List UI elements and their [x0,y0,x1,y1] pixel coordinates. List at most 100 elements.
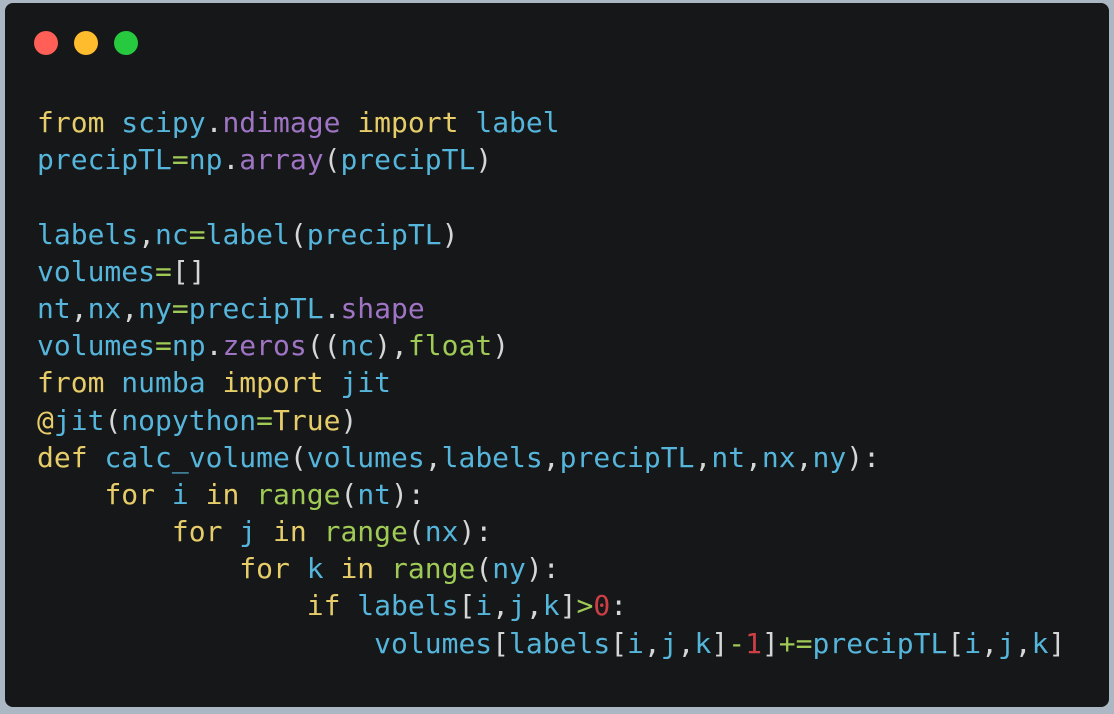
code-token: def [37,440,88,474]
code-token: nt [357,477,392,511]
code-token: 0 [593,589,611,623]
code-token: volumes [374,626,493,660]
code-token: [ [492,626,510,660]
code-token: range [323,515,408,549]
minimize-button[interactable] [74,31,98,55]
code-token: , [525,589,543,623]
code-token: from [37,106,105,139]
code-line: for k in range(ny): [37,550,1065,587]
code-token: k [542,589,560,623]
code-token: i [475,589,493,623]
code-token: ) [475,143,493,177]
code-token: ] [559,589,577,623]
code-token: ): [391,477,425,511]
code-token: ): [846,440,880,474]
code-token: in [340,552,375,586]
code-token: np [171,329,206,363]
code-line: from numba import jit [37,364,1065,401]
code-token: calc_volume [104,440,290,474]
code-line: if labels[i,j,k]>0: [37,587,1065,624]
code-token: precipTL [37,143,172,177]
code-token: += [778,626,813,660]
code-block: from scipy.ndimage import label precipTL=… [37,104,1065,662]
code-token: = [171,291,189,325]
code-line: def calc_volume(volumes,labels,precipTL,… [37,439,1065,476]
code-token: for [239,552,290,586]
code-token: ndimage [222,106,341,139]
code-token: np [188,143,223,177]
code-token: = [155,254,172,288]
code-token: ny [812,440,847,474]
code-token: ( [323,143,341,177]
code-token: , [745,440,762,474]
code-token: ( [340,477,358,511]
code-token: labels [37,217,139,251]
code-token: j [509,589,526,623]
code-line: volumes=np.zeros((nc),float) [37,327,1065,364]
code-token: , [492,589,510,623]
code-token: numba [121,366,206,400]
close-button[interactable] [34,31,58,55]
code-token: nt [711,440,746,474]
code-token: ( [289,440,307,474]
code-token: 1 [745,626,762,660]
code-token: k [1031,626,1049,660]
code-token: precipTL [306,217,442,251]
code-token: - [728,626,746,660]
code-token: [ [458,589,476,623]
code-token: for [171,515,223,549]
code-line: nt,nx,ny=precipTL.shape [37,290,1065,327]
code-token: nx [761,440,796,474]
code-token: labels [509,626,611,660]
code-token: (( [306,329,341,363]
code-token: , [677,626,695,660]
code-token: ): [525,552,560,586]
code-token: volumes [37,254,156,288]
code-token: @ [37,403,54,437]
code-token: array [239,143,324,177]
code-token: j [660,626,678,660]
code-token: for [104,477,156,511]
code-token: : [610,589,628,623]
code-token: ] [711,626,729,660]
code-token: nt [37,291,71,325]
code-token: = [188,217,206,251]
code-token: k [306,552,324,586]
code-token: , [1014,626,1032,660]
maximize-button[interactable] [114,31,138,55]
code-token: float [407,329,493,363]
code-token: ) [441,217,459,251]
code-token: volumes [37,329,156,363]
code-token: k [694,626,712,660]
code-token: in [273,515,307,549]
code-token: nc [340,329,375,363]
code-line: for j in range(nx): [37,513,1065,550]
code-token: precipTL [340,143,476,177]
code-token: . [205,106,223,139]
code-token: . [323,291,341,325]
code-token: ), [374,329,408,363]
code-token: = [155,329,172,363]
code-token: jit [340,366,392,400]
code-token: shape [340,291,425,325]
code-token: = [171,143,189,177]
code-token: ( [104,403,122,437]
code-token: i [627,626,644,660]
code-token: precipTL [812,626,948,660]
code-token: [] [171,254,206,288]
code-token: , [542,440,560,474]
code-token: = [256,403,274,437]
code-token: precipTL [559,440,695,474]
